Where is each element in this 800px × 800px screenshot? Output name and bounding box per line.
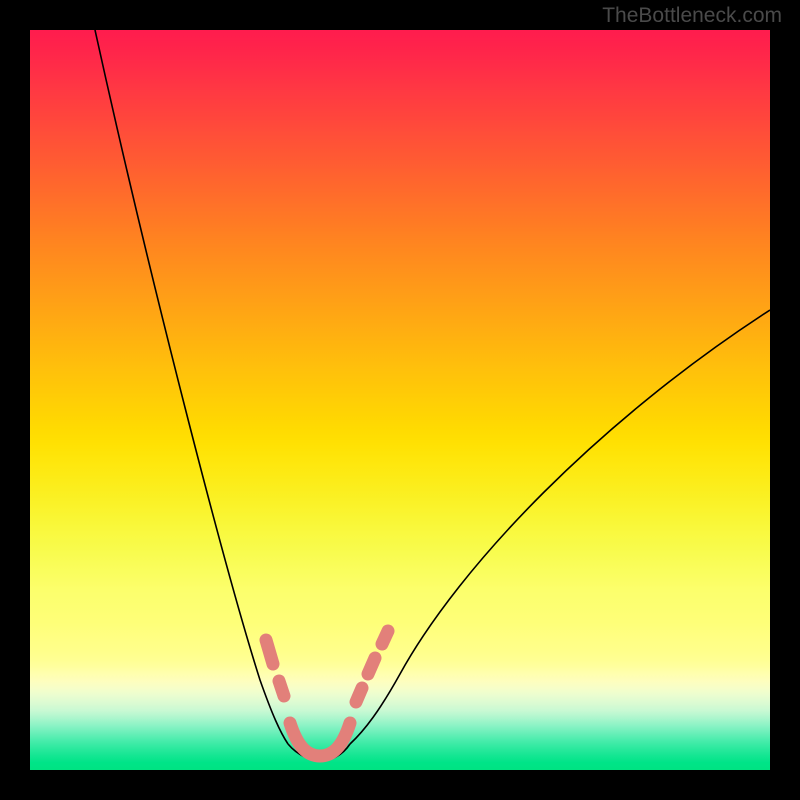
curves-svg — [30, 30, 770, 770]
marker-1 — [266, 640, 273, 664]
marker-2 — [279, 681, 284, 696]
plot-area — [30, 30, 770, 770]
marker-3 — [356, 688, 362, 702]
watermark: TheBottleneck.com — [602, 4, 782, 28]
marker-5 — [382, 631, 388, 644]
marker-valley — [290, 723, 350, 756]
chart-container: TheBottleneck.com — [0, 0, 800, 800]
left-curve — [95, 30, 288, 744]
right-curve — [350, 310, 770, 744]
marker-4 — [368, 658, 375, 674]
